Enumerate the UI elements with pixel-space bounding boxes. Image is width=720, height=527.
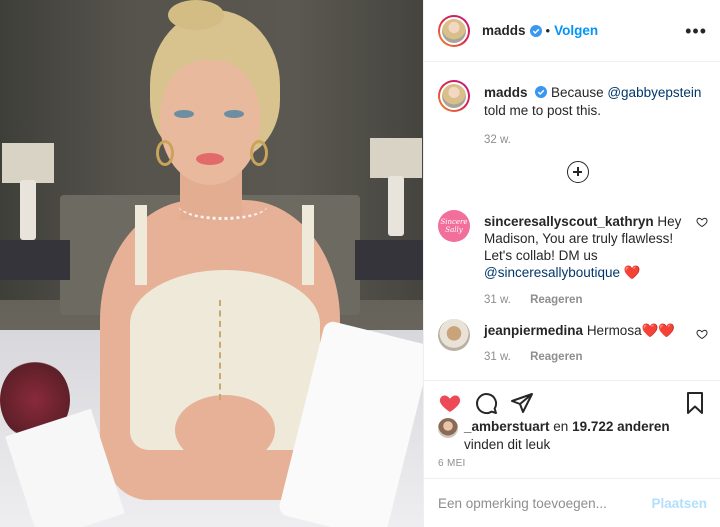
photo-eye-right [224, 110, 244, 118]
photo-strap-right [302, 205, 314, 285]
author-avatar[interactable] [438, 14, 470, 47]
caption-username[interactable]: madds [484, 85, 528, 100]
post-side-panel: madds • Volgen ••• madds Because @gabbye… [423, 0, 720, 527]
heart-icon[interactable] [438, 391, 462, 415]
photo-earring-right [250, 140, 268, 166]
likes-count[interactable]: 19.722 anderen [572, 419, 670, 434]
author-username[interactable]: madds [482, 23, 526, 38]
photo-eye-left [174, 110, 194, 118]
caption-text: madds Because @gabbyepstein told me to p… [484, 80, 706, 120]
comments-list[interactable]: madds Because @gabbyepstein told me to p… [424, 62, 720, 380]
like-comment-heart-icon[interactable] [696, 328, 708, 340]
photo-lamp-base-left [20, 180, 36, 240]
comment-icon[interactable] [474, 391, 498, 415]
liker-username[interactable]: _amberstuart [464, 419, 550, 434]
bookmark-icon[interactable] [683, 391, 707, 415]
follow-button[interactable]: Volgen [554, 23, 598, 38]
header-dot-separator: • [545, 23, 551, 38]
photo-waist [175, 395, 275, 465]
comment-body: Hermosa [586, 323, 642, 338]
commenter-avatar[interactable] [438, 319, 470, 351]
commenter-avatar[interactable]: Sincere Sally [438, 210, 470, 242]
comment-time[interactable]: 31 w. [484, 294, 511, 306]
verified-badge-icon [535, 86, 548, 98]
photo-necklace [178, 190, 268, 220]
comment-emoji: ❤️❤️ [641, 323, 676, 338]
reply-button[interactable]: Reageren [530, 294, 582, 306]
commenter-username[interactable]: jeanpiermedina [484, 323, 583, 338]
comment-mention-link[interactable]: @sinceresallyboutique [484, 265, 620, 280]
verified-badge-icon [529, 24, 542, 37]
comment-text: sinceresallyscout_kathryn Hey Madison, Y… [484, 210, 684, 281]
caption-avatar[interactable] [438, 80, 470, 112]
comment-meta: 31 w. Reageren [484, 294, 684, 306]
liker-avatar[interactable] [438, 418, 458, 438]
post-date[interactable]: 6 MEI [438, 458, 466, 469]
likes-text: _amberstuart en 19.722 anderen vinden di… [464, 418, 670, 454]
comment-text: jeanpiermedina Hermosa❤️❤️ [484, 319, 684, 339]
comment-meta: 31 w. Reageren [484, 351, 684, 363]
comment-item: jeanpiermedina Hermosa❤️❤️ 31 w. Reagere… [438, 319, 708, 363]
photo-lamp-left [2, 143, 54, 183]
post-comment-button[interactable]: Plaatsen [651, 496, 707, 511]
share-icon[interactable] [510, 391, 534, 415]
caption-text-after: told me to post this. [484, 103, 602, 118]
load-more-comments-icon[interactable] [567, 161, 589, 183]
comment-time[interactable]: 31 w. [484, 351, 511, 363]
reply-button[interactable]: Reageren [530, 351, 582, 363]
photo-lamp-base-right [388, 176, 404, 236]
avatar-brand-line-2: Sally [445, 226, 463, 234]
photo-lamp-right [370, 138, 422, 178]
post-header: madds • Volgen ••• [424, 0, 720, 62]
post-caption: madds Because @gabbyepstein told me to p… [438, 80, 708, 146]
likes-connector: en [549, 419, 573, 434]
photo-face [160, 60, 260, 185]
add-comment-bar: Plaatsen [424, 478, 720, 527]
avatar-brand-line-1: Sincere [440, 218, 468, 226]
likes-suffix: vinden dit leuk [464, 437, 551, 452]
comment-item: Sincere Sally sinceresallyscout_kathryn … [438, 210, 708, 306]
photo-hair-bun [168, 0, 224, 30]
photo-lacing [219, 300, 225, 400]
like-comment-heart-icon[interactable] [696, 216, 708, 228]
photo-earring-left [156, 140, 174, 166]
photo-lips [196, 153, 224, 165]
add-comment-input[interactable] [438, 495, 652, 511]
photo-strap-left [135, 205, 147, 285]
photo-nightstand-right [355, 240, 423, 280]
more-options-icon[interactable]: ••• [685, 22, 707, 40]
likes-summary: _amberstuart en 19.722 anderen vinden di… [438, 418, 713, 454]
photo-nightstand-left [0, 240, 70, 280]
comment-emoji: ❤️ [623, 265, 641, 280]
caption-meta: 32 w. [484, 134, 706, 146]
caption-mention-link[interactable]: @gabbyepstein [607, 85, 701, 100]
post-photo[interactable] [0, 0, 423, 527]
caption-time[interactable]: 32 w. [484, 134, 511, 146]
commenter-username[interactable]: sinceresallyscout_kathryn [484, 214, 654, 229]
caption-text-before: Because [551, 85, 608, 100]
